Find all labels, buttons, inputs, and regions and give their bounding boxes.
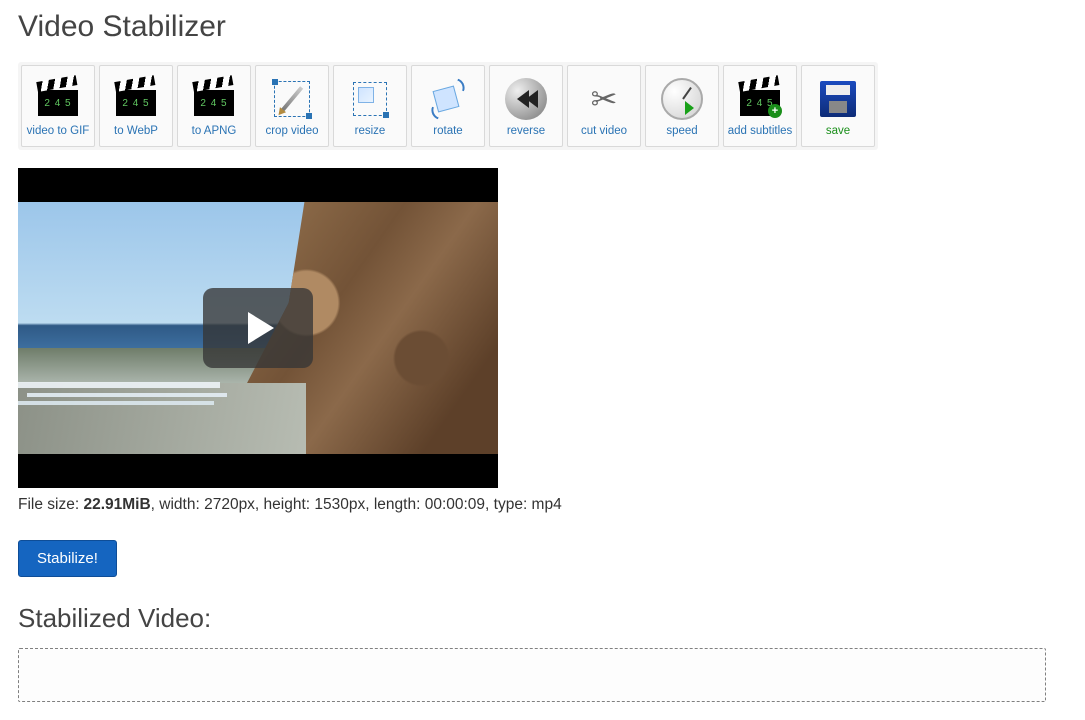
reverse-icon — [504, 77, 548, 121]
toolbar: 2 4 5 video to GIF 2 4 5 to WebP 2 4 5 t… — [18, 62, 878, 150]
file-info-label: File size: — [18, 496, 83, 513]
tool-to-webp[interactable]: 2 4 5 to WebP — [99, 65, 173, 147]
play-icon — [248, 312, 274, 344]
tool-label: reverse — [507, 125, 545, 137]
clapper-icon: 2 4 5 — [36, 77, 80, 121]
floppy-disk-icon — [816, 77, 860, 121]
scissors-icon: ✂ — [582, 77, 626, 121]
tool-label: resize — [355, 125, 386, 137]
tool-label: rotate — [433, 125, 462, 137]
tool-rotate[interactable]: rotate — [411, 65, 485, 147]
video-preview — [18, 168, 498, 488]
tool-resize[interactable]: resize — [333, 65, 407, 147]
result-heading: Stabilized Video: — [18, 603, 1067, 634]
play-button[interactable] — [203, 288, 313, 368]
tool-video-to-gif[interactable]: 2 4 5 video to GIF — [21, 65, 95, 147]
tool-label: speed — [666, 125, 697, 137]
resize-icon — [348, 77, 392, 121]
tool-label: cut video — [581, 125, 627, 137]
file-size-value: 22.91MiB — [83, 496, 150, 513]
file-info-rest: , width: 2720px, height: 1530px, length:… — [151, 496, 562, 513]
tool-crop-video[interactable]: crop video — [255, 65, 329, 147]
tool-cut-video[interactable]: ✂ cut video — [567, 65, 641, 147]
file-info: File size: 22.91MiB, width: 2720px, heig… — [18, 496, 1067, 514]
tool-label: add subtitles — [728, 125, 793, 137]
stabilize-button[interactable]: Stabilize! — [18, 540, 117, 577]
tool-save[interactable]: save — [801, 65, 875, 147]
crop-icon — [270, 77, 314, 121]
subtitles-icon: 2 4 5 + — [738, 77, 782, 121]
tool-speed[interactable]: speed — [645, 65, 719, 147]
tool-reverse[interactable]: reverse — [489, 65, 563, 147]
tool-label: save — [826, 125, 850, 137]
clapper-icon: 2 4 5 — [114, 77, 158, 121]
tool-label: to WebP — [114, 125, 158, 137]
tool-to-apng[interactable]: 2 4 5 to APNG — [177, 65, 251, 147]
tool-label: crop video — [265, 125, 318, 137]
page-title: Video Stabilizer — [18, 10, 1067, 44]
tool-add-subtitles[interactable]: 2 4 5 + add subtitles — [723, 65, 797, 147]
rotate-icon — [426, 77, 470, 121]
clapper-icon: 2 4 5 — [192, 77, 236, 121]
stopwatch-icon — [660, 77, 704, 121]
tool-label: video to GIF — [27, 125, 90, 137]
tool-label: to APNG — [192, 125, 237, 137]
result-dropzone — [18, 648, 1046, 702]
